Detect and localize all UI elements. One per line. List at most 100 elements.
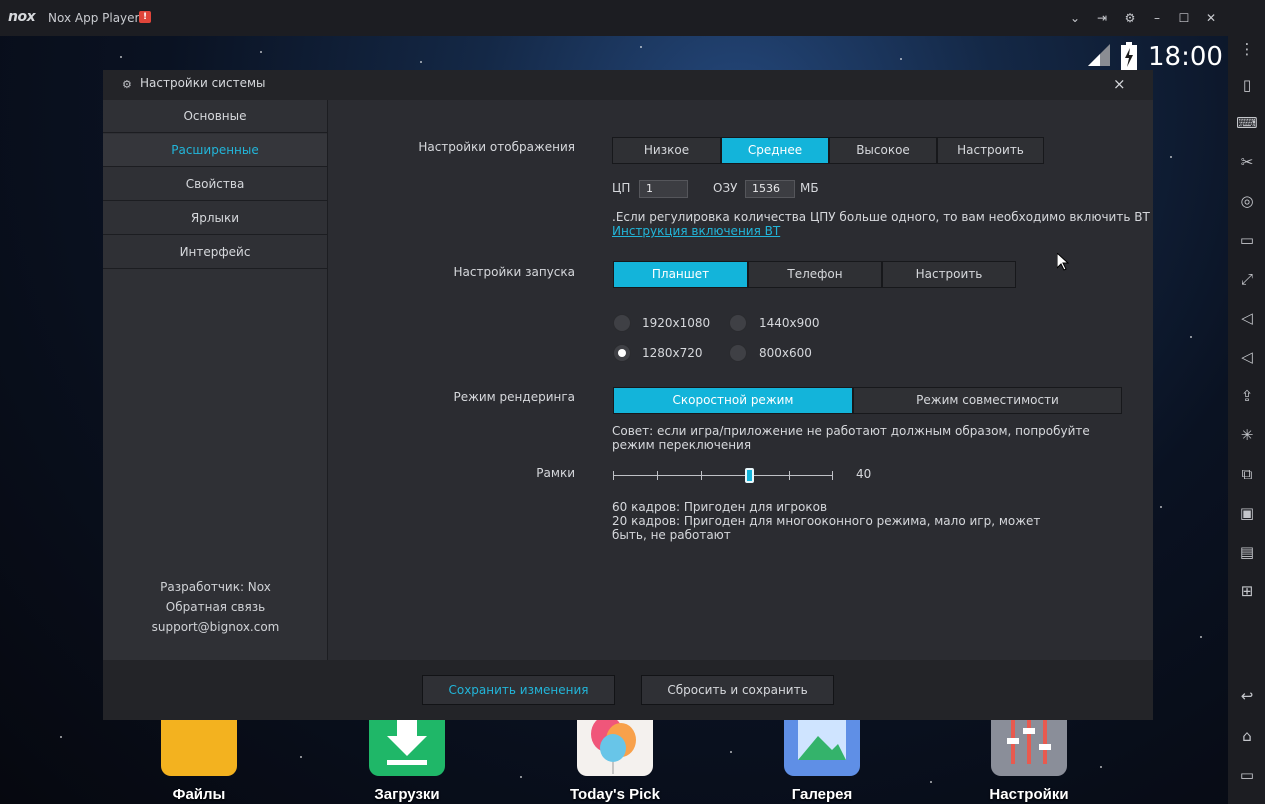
resolution-label-1280x720: 1280x720 <box>642 346 703 360</box>
app-downloads[interactable]: Загрузки <box>352 720 462 803</box>
title-bar: nox Nox App Player ! ⌄ ⇥ ⚙ – ☐ ✕ <box>0 0 1265 36</box>
nox-logo: nox <box>8 9 36 25</box>
app-label: Галерея <box>791 786 853 803</box>
app-todays-pick[interactable]: Today's Pick <box>560 716 670 803</box>
ram-unit: МБ <box>800 181 819 195</box>
nav-item-shortcuts[interactable]: Ярлыки <box>103 202 327 235</box>
reset-and-save-button[interactable]: Сбросить и сохранить <box>641 675 834 705</box>
settings-dialog: ⚙ Настройки системы × Основные Расширенн… <box>103 70 1153 720</box>
resolution-label-1920x1080: 1920x1080 <box>642 316 711 330</box>
nav-item-interface[interactable]: Интерфейс <box>103 236 327 269</box>
location-icon[interactable]: ◎ <box>1236 190 1258 212</box>
record-icon[interactable]: ▣ <box>1236 502 1258 524</box>
startup-phone-button[interactable]: Телефон <box>748 261 882 288</box>
apk-install-icon[interactable]: ⇪ <box>1236 385 1258 407</box>
shake-icon[interactable]: ✳ <box>1236 424 1258 446</box>
fullscreen-icon[interactable]: ⤢ <box>1236 268 1258 290</box>
screen-icon[interactable]: ▭ <box>1236 229 1258 251</box>
dialog-header: ⚙ Настройки системы × <box>103 70 1153 100</box>
display-settings-label: Настройки отображения <box>418 140 575 154</box>
frames-note-20: 20 кадров: Пригоден для многооконного ре… <box>612 514 1041 542</box>
status-clock: 18:00 <box>1148 42 1223 72</box>
save-changes-button[interactable]: Сохранить изменения <box>422 675 615 705</box>
volume-up-icon[interactable]: ◁ <box>1236 307 1258 329</box>
resolution-label-1440x900: 1440x900 <box>759 316 820 330</box>
pin-icon[interactable]: ⇥ <box>1093 9 1111 27</box>
settings-sidebar: Основные Расширенные Свойства Ярлыки Инт… <box>103 100 328 660</box>
maximize-icon[interactable]: ☐ <box>1175 9 1193 27</box>
dialog-title: Настройки системы <box>140 76 266 90</box>
startup-tablet-button[interactable]: Планшет <box>613 261 748 288</box>
dialog-close-button[interactable]: × <box>1113 75 1126 93</box>
home-icon[interactable]: ⌂ <box>1236 725 1258 747</box>
rotate-icon[interactable]: ▯ <box>1236 74 1258 96</box>
app-files[interactable]: Файлы <box>144 720 254 803</box>
keyboard-icon[interactable]: ⌨ <box>1236 112 1258 134</box>
display-low-button[interactable]: Низкое <box>612 137 721 164</box>
minimize-icon[interactable]: – <box>1148 9 1166 27</box>
app-label: Загрузки <box>374 786 440 803</box>
developer-label: Разработчик: Nox <box>160 580 271 594</box>
startup-settings-label: Настройки запуска <box>453 265 575 279</box>
radio-1920x1080[interactable] <box>613 314 631 332</box>
slider-track <box>613 475 833 476</box>
display-high-button[interactable]: Высокое <box>829 137 937 164</box>
cpu-input[interactable]: 1 <box>639 180 688 198</box>
scissors-icon[interactable]: ✂ <box>1236 151 1258 173</box>
radio-1280x720[interactable] <box>613 344 631 362</box>
add-icon[interactable]: ⊞ <box>1236 580 1258 602</box>
render-speed-button[interactable]: Скоростной режим <box>613 387 853 414</box>
app-label: Настройки <box>989 786 1069 803</box>
gallery-icon <box>784 720 860 776</box>
app-gallery[interactable]: Галерея <box>767 720 877 803</box>
vt-instruction-link[interactable]: Инструкция включения BT <box>612 224 780 238</box>
slider-tick <box>657 471 658 480</box>
nav-item-advanced[interactable]: Расширенные <box>103 134 327 167</box>
display-custom-button[interactable]: Настроить <box>937 137 1044 164</box>
nav-item-basic[interactable]: Основные <box>103 100 327 133</box>
volume-down-icon[interactable]: ◁ <box>1236 346 1258 368</box>
close-icon[interactable]: ✕ <box>1202 9 1220 27</box>
toolbox-icon[interactable]: ▤ <box>1236 541 1258 563</box>
balloon-icon <box>577 716 653 776</box>
ram-label: ОЗУ <box>713 181 738 195</box>
settings-sliders-icon <box>991 720 1067 776</box>
app-settings[interactable]: Настройки <box>974 720 1084 803</box>
chevron-down-icon[interactable]: ⌄ <box>1066 9 1084 27</box>
more-icon[interactable]: ⋮ <box>1236 38 1258 60</box>
cpu-label: ЦП <box>612 181 631 195</box>
frames-note-60: 60 кадров: Пригоден для игроков <box>612 500 828 514</box>
render-compat-button[interactable]: Режим совместимости <box>853 387 1122 414</box>
folder-icon <box>161 720 237 776</box>
frames-slider[interactable] <box>613 464 833 488</box>
signal-icon <box>1088 44 1110 66</box>
slider-tick <box>832 471 833 480</box>
app-label: Today's Pick <box>570 786 660 803</box>
feedback-link[interactable]: Обратная связь <box>103 600 328 614</box>
radio-1440x900[interactable] <box>729 314 747 332</box>
ram-input[interactable]: 1536 <box>745 180 795 198</box>
dialog-footer: Сохранить изменения Сбросить и сохранить <box>103 660 1153 720</box>
multi-instance-icon[interactable]: ⧉ <box>1236 463 1258 485</box>
back-icon[interactable]: ↩ <box>1236 685 1258 707</box>
vt-note: .Если регулировка количества ЦПУ больше … <box>612 210 1150 224</box>
frames-value: 40 <box>856 467 872 481</box>
app-label: Файлы <box>172 786 226 803</box>
right-toolbar: ⋮ ▯ ⌨ ✂ ◎ ▭ ⤢ ◁ ◁ ⇪ ✳ ⧉ ▣ ▤ ⊞ ↩ ⌂ ▭ <box>1228 36 1265 804</box>
support-email[interactable]: support@bignox.com <box>103 620 328 634</box>
battery-charging-icon <box>1121 42 1137 70</box>
recents-icon[interactable]: ▭ <box>1236 764 1258 786</box>
app-title: Nox App Player <box>48 11 140 25</box>
display-medium-button[interactable]: Среднее <box>721 137 829 164</box>
radio-800x600[interactable] <box>729 344 747 362</box>
slider-tick <box>701 471 702 480</box>
render-tip: Совет: если игра/приложение не работают … <box>612 424 1090 452</box>
alert-badge[interactable]: ! <box>139 11 151 23</box>
slider-tick <box>789 471 790 480</box>
slider-tick <box>613 471 614 480</box>
gear-icon[interactable]: ⚙ <box>1121 9 1139 27</box>
startup-custom-button[interactable]: Настроить <box>882 261 1016 288</box>
slider-thumb[interactable] <box>744 468 754 483</box>
gear-icon: ⚙ <box>122 78 132 91</box>
nav-item-properties[interactable]: Свойства <box>103 168 327 201</box>
